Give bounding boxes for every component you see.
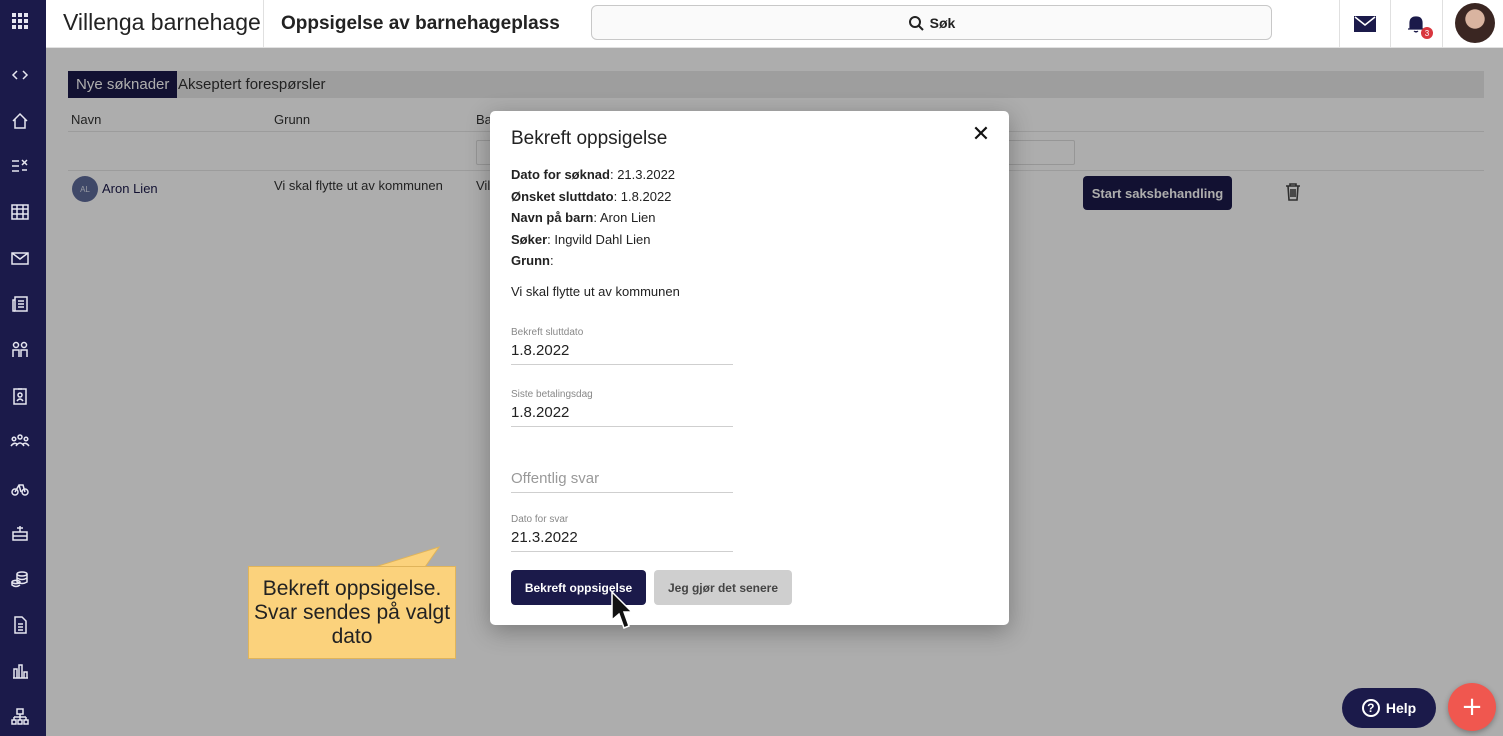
statistics-icon[interactable] <box>9 660 31 682</box>
info-label: Søker <box>511 232 548 247</box>
reply-date-label: Dato for svar <box>511 514 569 525</box>
reason-text: Vi skal flytte ut av kommunen <box>511 284 680 299</box>
children-icon[interactable] <box>9 339 31 361</box>
search-label: Søk <box>929 14 956 31</box>
expand-toggle-icon[interactable] <box>9 64 31 86</box>
info-value: : 21.3.2022 <box>609 167 676 182</box>
trips-icon[interactable] <box>9 477 31 499</box>
end-date-input[interactable] <box>511 338 733 365</box>
messages-icon[interactable] <box>1353 12 1377 36</box>
header-divider <box>1339 0 1340 48</box>
close-icon[interactable]: ✕ <box>970 124 992 146</box>
last-payment-input[interactable] <box>511 400 733 427</box>
help-button[interactable]: ? Help <box>1342 688 1436 728</box>
info-child-name: Navn på barn: Aron Lien <box>511 210 656 225</box>
mail-icon[interactable] <box>9 247 31 269</box>
groups-icon[interactable] <box>9 430 31 452</box>
info-value: : Aron Lien <box>593 210 656 225</box>
notification-count-badge: 3 <box>1421 27 1433 39</box>
callout-tail <box>375 546 441 568</box>
reply-date-input[interactable] <box>511 525 733 552</box>
info-value: : Ingvild Dahl Lien <box>547 232 651 247</box>
public-reply-input[interactable] <box>511 466 733 493</box>
top-header: Villenga barnehage Oppsigelse av barneha… <box>46 0 1503 48</box>
last-payment-label: Siste betalingsdag <box>511 389 593 400</box>
tutorial-callout: Bekreft oppsigelse. Svar sendes på valgt… <box>248 566 456 659</box>
apps-grid-icon[interactable] <box>9 10 31 32</box>
last-payment-field-group: Siste betalingsdag <box>511 389 733 427</box>
header-divider <box>1390 0 1391 48</box>
info-value: : 1.8.2022 <box>613 189 672 204</box>
page-title: Oppsigelse av barnehageplass <box>281 13 560 34</box>
dialog-title: Bekreft oppsigelse <box>511 128 668 149</box>
info-label: Grunn <box>511 253 550 268</box>
brand-title: Villenga barnehage <box>63 9 261 35</box>
document-icon[interactable] <box>9 614 31 636</box>
info-reason: Grunn: <box>511 253 554 268</box>
kindergarten-icon[interactable] <box>9 522 31 544</box>
add-fab-button[interactable]: + <box>1448 683 1496 731</box>
search-icon <box>908 15 924 31</box>
header-divider <box>1442 0 1443 48</box>
help-label: Help <box>1385 700 1417 716</box>
calendar-icon[interactable] <box>9 201 31 223</box>
finance-icon[interactable] <box>9 568 31 590</box>
do-it-later-button[interactable]: Jeg gjør det senere <box>654 570 792 605</box>
info-desired-end-date: Ønsket sluttdato: 1.8.2022 <box>511 189 671 204</box>
reply-date-field-group: Dato for svar <box>511 514 733 552</box>
tasks-icon[interactable] <box>9 155 31 177</box>
staff-badge-icon[interactable] <box>9 385 31 407</box>
news-icon[interactable] <box>9 293 31 315</box>
public-reply-field-group <box>511 466 733 493</box>
header-divider <box>263 0 264 48</box>
mouse-pointer-icon <box>611 590 634 629</box>
info-label: Navn på barn <box>511 210 594 225</box>
help-question-icon: ? <box>1361 699 1380 717</box>
home-icon[interactable] <box>9 110 31 132</box>
info-label: Dato for søknad <box>511 167 610 182</box>
info-applicant: Søker: Ingvild Dahl Lien <box>511 232 650 247</box>
end-date-field-group: Bekreft sluttdato <box>511 327 733 365</box>
end-date-label: Bekreft sluttdato <box>511 327 584 338</box>
info-application-date: Dato for søknad: 21.3.2022 <box>511 167 675 182</box>
user-avatar[interactable] <box>1455 3 1495 43</box>
confirm-termination-dialog: Bekreft oppsigelse ✕ Dato for søknad: 21… <box>490 111 1009 625</box>
sidebar <box>0 0 46 736</box>
info-value: : <box>550 253 554 268</box>
info-label: Ønsket sluttdato <box>511 189 614 204</box>
search-bar[interactable]: Søk <box>591 5 1272 40</box>
organization-icon[interactable] <box>9 706 31 728</box>
